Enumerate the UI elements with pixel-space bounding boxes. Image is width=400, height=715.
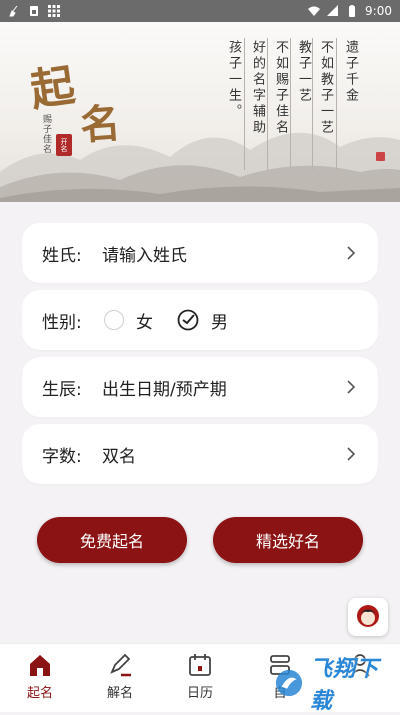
chevron-right-icon xyxy=(347,246,356,260)
radio-checked-icon[interactable] xyxy=(177,309,199,331)
poem-line-5: 好的名字辅助 xyxy=(250,40,265,136)
tab-label: 解名 xyxy=(106,686,133,701)
sim-card-icon xyxy=(30,6,38,16)
broom-icon xyxy=(9,5,18,17)
avatar-icon xyxy=(357,605,379,627)
tab-calendar[interactable]: 日历 xyxy=(160,644,240,712)
signal-icon xyxy=(327,5,339,16)
word-count-label: 字数: xyxy=(42,446,82,467)
gender-label: 性别: xyxy=(42,312,82,333)
home-icon xyxy=(30,655,50,676)
watermark: 飞翔下载 xyxy=(274,657,396,714)
free-naming-button[interactable]: 免费起名 xyxy=(37,517,187,563)
poem-divider xyxy=(336,38,337,170)
watermark-text: 飞翔下载 xyxy=(309,657,379,714)
gender-female-option[interactable]: 女 xyxy=(104,308,153,333)
tab-interpret[interactable]: 解名 xyxy=(80,644,160,712)
word-count-select[interactable]: 双名 xyxy=(102,442,344,467)
poem-divider xyxy=(312,38,313,170)
calendar-icon xyxy=(189,654,211,676)
chevron-right-icon xyxy=(347,447,356,461)
poem-line-6: 孩子一生。 xyxy=(226,40,241,120)
poem-divider xyxy=(244,38,245,170)
birth-label: 生辰: xyxy=(42,379,82,400)
gender-row: 性别: 女 男 xyxy=(22,290,378,350)
word-count-row[interactable]: 字数: 双名 xyxy=(22,424,378,484)
surname-label: 姓氏: xyxy=(42,245,82,266)
poem-line-4: 不如赐子佳名 xyxy=(273,40,288,136)
poem-divider xyxy=(267,38,268,170)
wifi-icon xyxy=(308,6,321,16)
battery-icon xyxy=(349,5,356,17)
tab-label: 起名 xyxy=(26,686,53,701)
seal-stamp: 开名 xyxy=(56,134,72,156)
radio-female[interactable] xyxy=(104,310,124,330)
birth-row[interactable]: 生辰: 出生日期/预产期 xyxy=(22,357,378,417)
poem-divider xyxy=(290,38,291,170)
pen-icon xyxy=(110,653,131,677)
title-char-ming: 名 xyxy=(78,99,122,150)
poem-line-1: 遗子千金 xyxy=(343,40,358,104)
female-label: 女 xyxy=(136,312,153,333)
status-time: 9:00 xyxy=(365,4,392,18)
gender-male-option[interactable]: 男 xyxy=(177,308,228,333)
surname-input[interactable]: 请输入姓氏 xyxy=(102,241,344,266)
title-char-qi: 起 xyxy=(27,60,78,117)
customer-service-button[interactable] xyxy=(348,598,388,636)
male-label: 男 xyxy=(211,312,228,333)
watermark-logo-icon xyxy=(275,669,303,697)
status-bar: 9:00 xyxy=(0,0,400,22)
small-seal-icon xyxy=(376,152,385,161)
birth-date-picker[interactable]: 出生日期/预产期 xyxy=(102,375,344,400)
surname-row[interactable]: 姓氏: 请输入姓氏 xyxy=(22,223,378,283)
poem-line-2: 不如教子一艺 xyxy=(318,40,333,136)
header-subtitle: 赐子佳名 xyxy=(41,114,51,154)
header-banner: 起 名 赐子佳名 开名 遗子千金 不如教子一艺 教子一艺 不如赐子佳名 好的名字… xyxy=(0,22,400,202)
poem-line-3: 教子一艺 xyxy=(296,40,311,104)
tab-naming[interactable]: 起名 xyxy=(0,644,80,712)
tab-label: 日历 xyxy=(186,686,213,701)
premium-names-button[interactable]: 精选好名 xyxy=(213,517,363,563)
chevron-right-icon xyxy=(347,380,356,394)
grid-icon xyxy=(48,5,60,17)
